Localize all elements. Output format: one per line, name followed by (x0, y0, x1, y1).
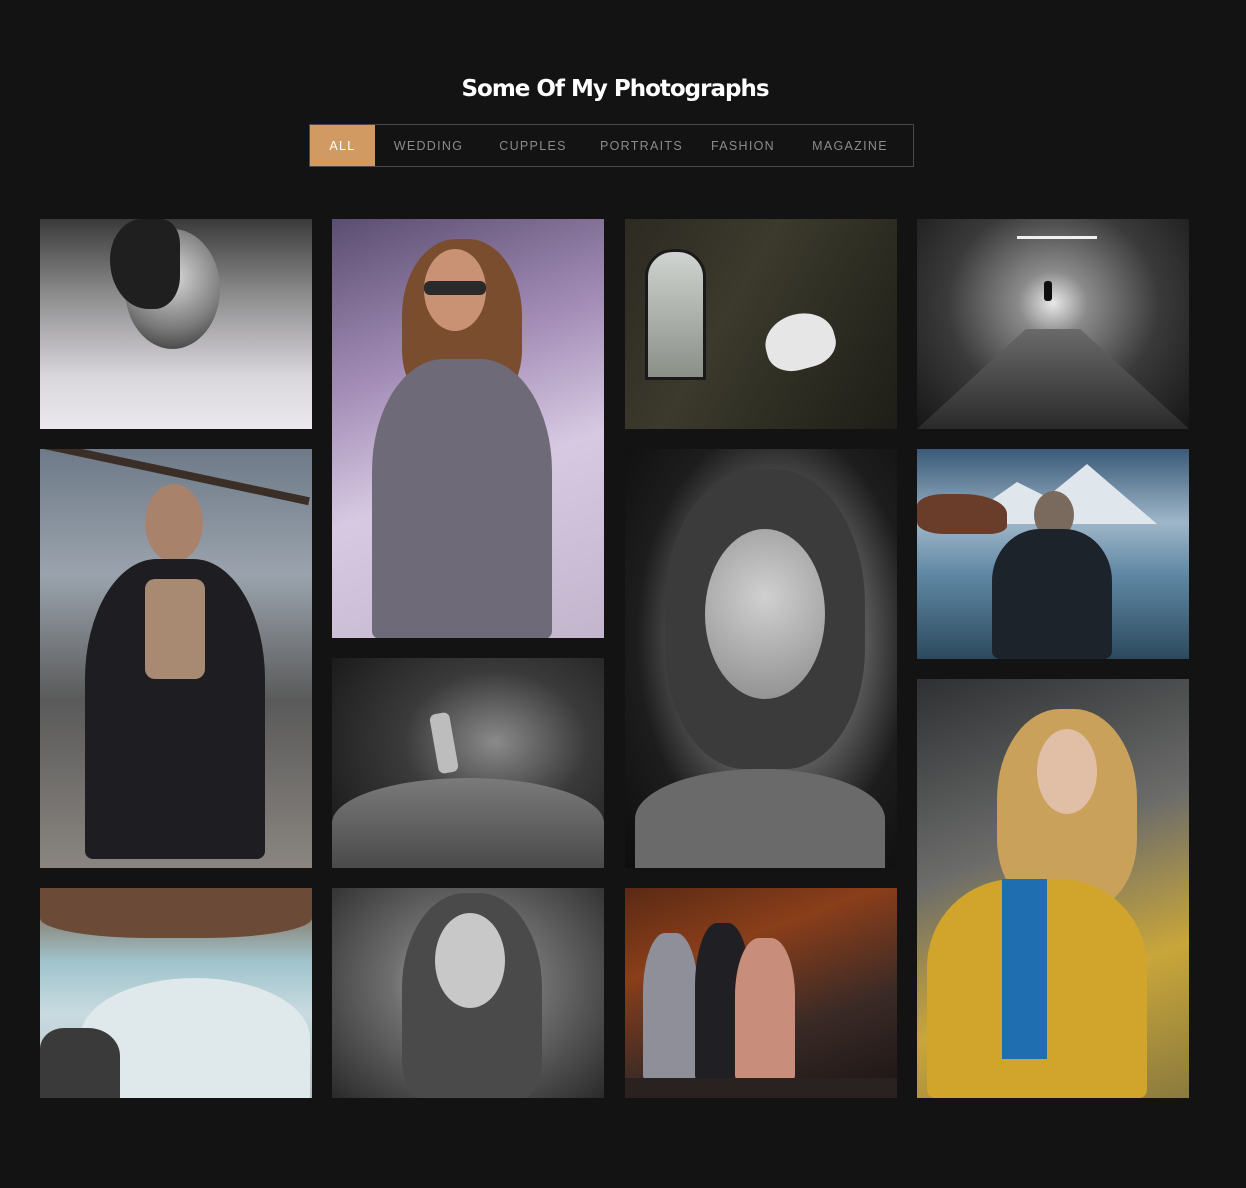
hair-shape-icon (110, 219, 180, 309)
photo-man-lake-mountains[interactable] (917, 449, 1189, 659)
arched-window-icon (645, 249, 706, 380)
rocks-icon (40, 1028, 120, 1098)
ground-icon (625, 1078, 897, 1098)
dancer-figure-icon (759, 305, 841, 378)
photo-woman-sunglasses[interactable] (332, 219, 604, 638)
blue-top-icon (1002, 879, 1047, 1059)
bare-torso-icon (145, 579, 205, 679)
filter-cupples[interactable]: CUPPLES (482, 125, 584, 166)
photo-woman-portrait-bw-closeup[interactable] (625, 449, 897, 868)
photo-runner-dark-path[interactable] (332, 658, 604, 868)
filter-magazine[interactable]: MAGAZINE (787, 125, 913, 166)
photo-three-women-autumn[interactable] (625, 888, 897, 1098)
figure-left-icon (643, 933, 698, 1083)
sunglasses-icon (424, 281, 486, 295)
photo-tunnel-figure[interactable] (917, 219, 1189, 429)
page-title: Some Of My Photographs (461, 76, 769, 102)
photo-bride-tree-shore[interactable] (40, 888, 312, 1098)
tree-icon (40, 888, 312, 938)
filter-wedding[interactable]: WEDDING (375, 125, 482, 166)
face-icon (435, 913, 505, 1008)
filter-all[interactable]: ALL (310, 125, 375, 166)
photo-woman-yellow-coat[interactable] (917, 679, 1189, 1098)
photo-woman-long-hair-bw[interactable] (332, 888, 604, 1098)
filter-portraits[interactable]: PORTRAITS (584, 125, 699, 166)
tunnel-floor-icon (917, 329, 1189, 429)
filter-bar: ALL WEDDING CUPPLES PORTRAITS FASHION MA… (309, 124, 914, 167)
ceiling-light-icon (1017, 236, 1097, 239)
torso-shirt-icon (372, 359, 552, 638)
photo-dancer-window[interactable] (625, 219, 897, 429)
shoulders-icon (635, 769, 885, 868)
rock-icon (917, 494, 1007, 534)
figure-right-icon (735, 938, 795, 1083)
photo-bearded-man-coat[interactable] (40, 449, 312, 868)
person-silhouette-icon (1044, 281, 1052, 301)
path-icon (332, 778, 604, 868)
face-icon (145, 484, 203, 562)
jacket-icon (992, 529, 1112, 659)
filter-fashion[interactable]: FASHION (699, 125, 787, 166)
face-icon (1037, 729, 1097, 814)
face-icon (705, 529, 825, 699)
photo-woman-portrait-bw[interactable] (40, 219, 312, 429)
runner-figure-icon (428, 711, 460, 775)
